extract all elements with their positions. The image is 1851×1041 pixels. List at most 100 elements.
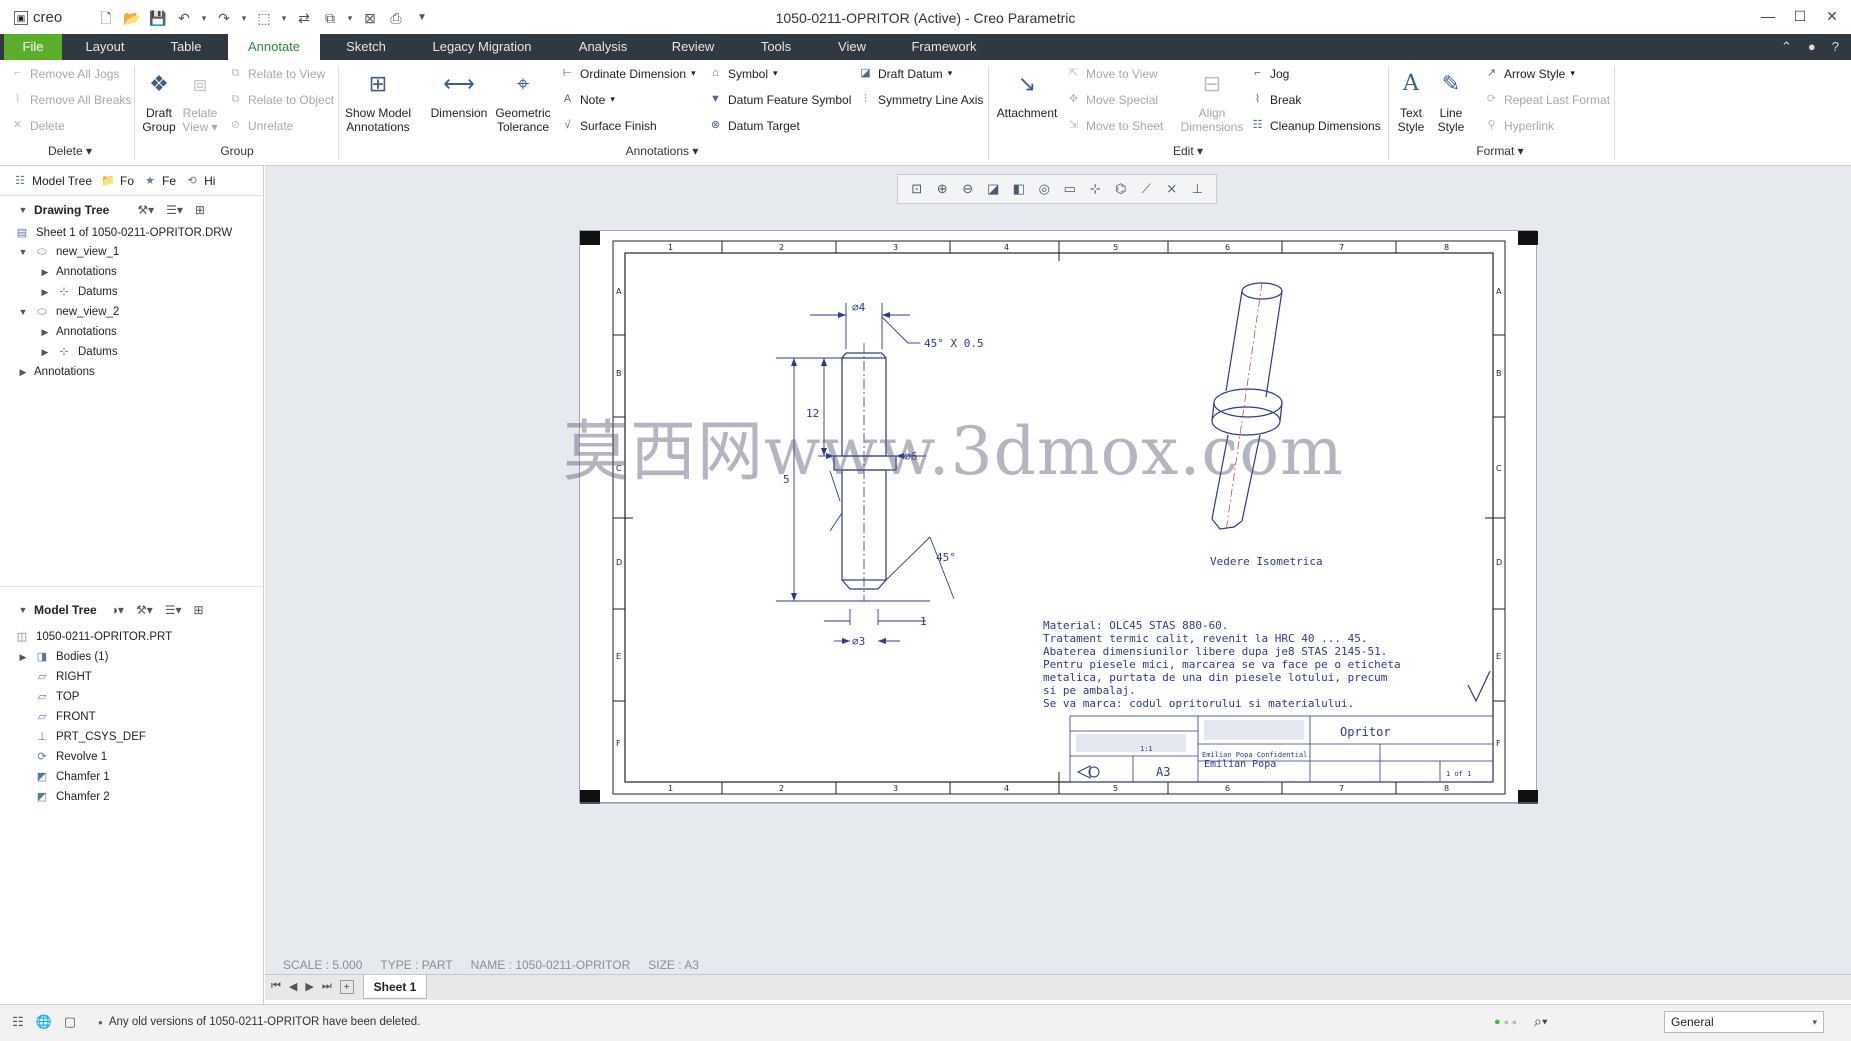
move-to-sheet-button[interactable]: ⇲ Move to Sheet <box>1066 118 1164 133</box>
tab-folder-browser[interactable]: 📁 Fo <box>100 174 134 188</box>
tree-columns-icon[interactable]: ⊞ <box>194 603 204 617</box>
surface-finish-button[interactable]: √ Surface Finish <box>560 118 656 133</box>
tree-settings-icon[interactable]: ⚒▾ <box>136 603 153 617</box>
group-label-delete[interactable]: Delete ▾ <box>44 144 96 158</box>
tab-history[interactable]: ⟲ Hi <box>184 174 215 188</box>
tab-model-tree[interactable]: ☷ Model Tree <box>12 174 92 188</box>
relate-view-button[interactable]: ⧈ Relate View ▾ <box>180 66 220 135</box>
datum-display-icon[interactable]: ⊹ <box>1086 181 1104 197</box>
tree-item-plane[interactable]: ▱ TOP <box>34 688 80 706</box>
tab-review[interactable]: Review <box>660 34 726 60</box>
group-label-format[interactable]: Format ▾ <box>1470 144 1530 158</box>
axis-display-icon[interactable]: ⟋ <box>1137 181 1155 197</box>
line-style-button[interactable]: ✎ Line Style <box>1432 66 1470 135</box>
hyperlink-button[interactable]: ⚲ Hyperlink <box>1484 118 1554 133</box>
expand-icon[interactable]: ▶ <box>18 367 28 378</box>
remove-all-jogs-button[interactable]: ⌐ Remove All Jogs <box>10 66 119 81</box>
expand-icon[interactable]: ▶ <box>40 327 50 338</box>
jog-button[interactable]: ⌐ Jog <box>1250 66 1289 81</box>
zoom-in-icon[interactable]: ⊕ <box>933 181 951 197</box>
move-special-button[interactable]: ✥ Move Special <box>1066 92 1158 107</box>
remove-all-breaks-button[interactable]: ⌇ Remove All Breaks <box>10 92 132 107</box>
datum-feature-symbol-button[interactable]: ▼ Datum Feature Symbol <box>708 92 851 107</box>
tab-sketch[interactable]: Sketch <box>334 34 398 60</box>
navigator-toggle-icon[interactable]: ☷ <box>12 1014 24 1030</box>
tab-favorites[interactable]: ★ Fe <box>142 174 176 188</box>
relate-to-view-button[interactable]: ⧉ Relate to View <box>228 66 326 81</box>
tree-filters-icon[interactable]: ☰▾ <box>166 203 183 217</box>
view-manager-icon[interactable]: ▭ <box>1061 181 1079 197</box>
point-display-icon[interactable]: ⨯ <box>1163 181 1181 197</box>
repaint-icon[interactable]: ◪ <box>984 181 1002 197</box>
geometric-tolerance-button[interactable]: ⌖ Geometric Tolerance <box>494 66 552 135</box>
tab-legacy-migration[interactable]: Legacy Migration <box>420 34 544 60</box>
tree-item-annotations[interactable]: ▶ Annotations <box>18 363 95 381</box>
tree-item-part[interactable]: ◫ 1050-0211-OPRITOR.PRT <box>14 628 172 646</box>
browser-toggle-icon[interactable]: 🌐 <box>36 1014 52 1030</box>
refit-icon[interactable]: ⊡ <box>908 181 926 197</box>
expand-icon[interactable]: ▶ <box>40 347 50 358</box>
collapse-model-tree-icon[interactable]: ▼ <box>18 605 28 615</box>
expand-icon[interactable]: ▶ <box>18 652 28 663</box>
tree-filters-icon[interactable]: ☰▾ <box>165 603 182 617</box>
tree-item-view[interactable]: ▼ ⬭ new_view_1 <box>18 243 120 261</box>
full-screen-icon[interactable]: ▢ <box>64 1014 76 1030</box>
panel-divider[interactable] <box>0 586 264 587</box>
tree-settings-icon[interactable]: ⚒▾ <box>137 203 154 217</box>
tree-item-bodies[interactable]: ▶ ◨ Bodies (1) <box>18 648 109 666</box>
close-icon[interactable]: ✕ <box>1823 8 1841 25</box>
text-style-button[interactable]: A Text Style <box>1392 66 1430 135</box>
attachment-button[interactable]: ↘ Attachment <box>994 66 1060 121</box>
tab-file[interactable]: File <box>4 34 62 60</box>
tab-annotate[interactable]: Annotate <box>228 34 320 60</box>
align-dimensions-button[interactable]: ⊟ Align Dimensions <box>1180 66 1244 135</box>
show-icon[interactable]: ◑▾ <box>111 603 124 617</box>
collapse-drawing-tree-icon[interactable]: ▼ <box>18 205 28 215</box>
group-label-annotations[interactable]: Annotations ▾ <box>620 144 704 158</box>
tree-item-csys[interactable]: ⊥ PRT_CSYS_DEF <box>34 728 146 746</box>
repeat-last-format-button[interactable]: ⟳ Repeat Last Format <box>1484 92 1610 107</box>
tab-tools[interactable]: Tools <box>746 34 806 60</box>
unrelate-button[interactable]: ⊘ Unrelate <box>228 118 293 133</box>
next-sheet-icon[interactable]: ▶ <box>305 980 313 994</box>
delete-button[interactable]: ✕ Delete <box>10 118 65 133</box>
help-icon[interactable]: ? <box>1832 39 1839 55</box>
filter-select[interactable]: General ▾ <box>1664 1011 1824 1033</box>
symbol-button[interactable]: ⌂ Symbol ▾ <box>708 66 777 81</box>
relate-to-object-button[interactable]: ⧉ Relate to Object <box>228 92 334 107</box>
tree-item-annotations[interactable]: ▶ Annotations <box>40 263 117 281</box>
user-icon[interactable]: ● <box>1808 39 1816 55</box>
add-sheet-icon[interactable]: + <box>339 980 354 994</box>
draft-datum-button[interactable]: ◪ Draft Datum ▾ <box>858 66 952 81</box>
zoom-out-icon[interactable]: ⊖ <box>959 181 977 197</box>
maximize-icon[interactable]: ☐ <box>1791 8 1809 25</box>
tab-view[interactable]: View <box>826 34 878 60</box>
collapse-ribbon-icon[interactable]: ⌃ <box>1781 39 1792 55</box>
prev-sheet-icon[interactable]: ◀ <box>289 980 297 994</box>
drawing-sheet[interactable]: ⌀4 45° X 0.5 12 5 ⌀6 45° 1 ⌀3 Vedere Iso… <box>579 230 1538 804</box>
tree-item-datums[interactable]: ▶ ⊹ Datums <box>40 343 118 361</box>
find-icon[interactable]: ⌕▾ <box>1534 1013 1548 1030</box>
minimize-icon[interactable]: — <box>1759 8 1777 25</box>
tab-layout[interactable]: Layout <box>74 34 136 60</box>
expand-icon[interactable]: ▼ <box>18 247 28 257</box>
expand-icon[interactable]: ▼ <box>18 307 28 317</box>
expand-icon[interactable]: ▶ <box>40 267 50 278</box>
tab-analysis[interactable]: Analysis <box>566 34 640 60</box>
tab-framework[interactable]: Framework <box>898 34 990 60</box>
arrow-style-button[interactable]: ↗ Arrow Style ▾ <box>1484 66 1575 81</box>
tree-item-plane[interactable]: ▱ FRONT <box>34 708 96 726</box>
group-label-edit[interactable]: Edit ▾ <box>1166 144 1210 158</box>
tree-item-annotations[interactable]: ▶ Annotations <box>40 323 117 341</box>
regen-status-icon[interactable]: ● <box>1494 1016 1501 1028</box>
tree-item-plane[interactable]: ▱ RIGHT <box>34 668 92 686</box>
cleanup-dimensions-button[interactable]: ☷ Cleanup Dimensions <box>1250 118 1381 133</box>
show-model-annotations-button[interactable]: ⊞ Show Model Annotations <box>342 66 414 135</box>
dimension-button[interactable]: ⟷ Dimension <box>428 66 490 121</box>
saved-views-icon[interactable]: ◎ <box>1035 181 1053 197</box>
tree-item-sheet[interactable]: ▤ Sheet 1 of 1050-0211-OPRITOR.DRW <box>14 224 232 242</box>
graphics-area[interactable]: ⊡ ⊕ ⊖ ◪ ◧ ◎ ▭ ⊹ ⌬ ⟋ ⨯ ⊥ ⌀4 45° X 0.5 12 … <box>265 166 1851 974</box>
tab-table[interactable]: Table <box>156 34 216 60</box>
tree-item-view[interactable]: ▼ ⬭ new_view_2 <box>18 303 120 321</box>
break-button[interactable]: ⌇ Break <box>1250 92 1302 107</box>
